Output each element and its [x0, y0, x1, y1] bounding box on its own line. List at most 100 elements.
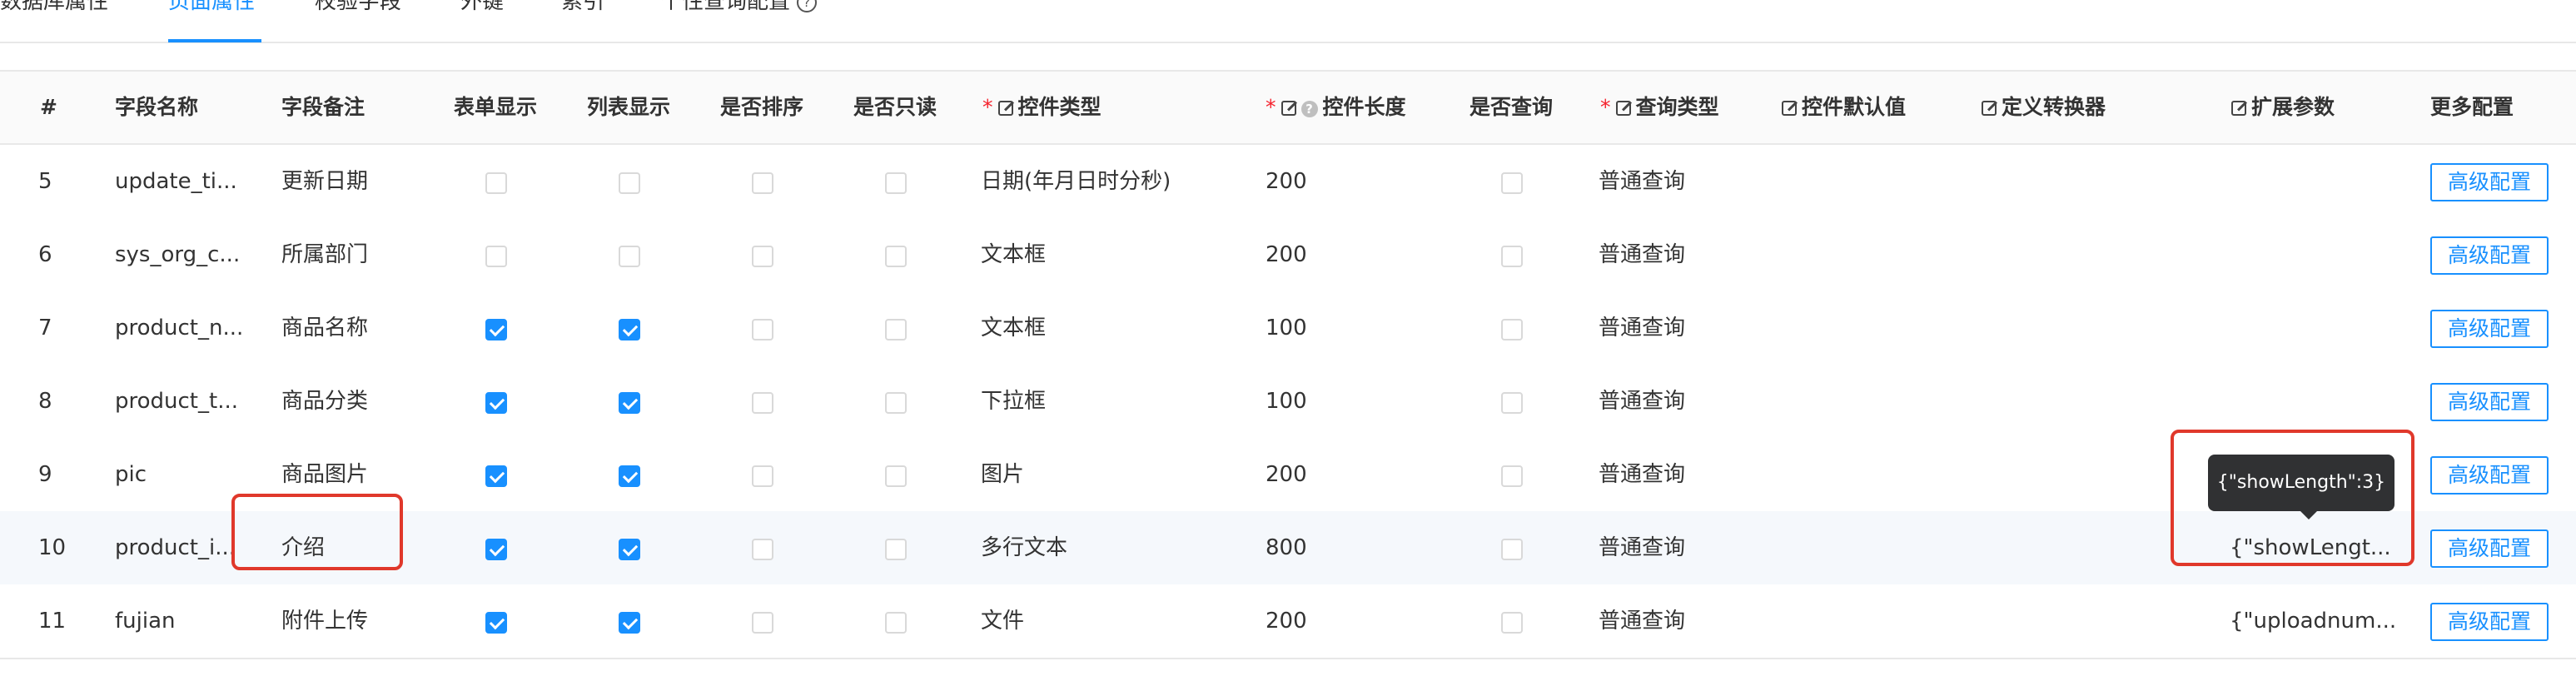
control-type-cell[interactable]: 多行文本 [981, 511, 1067, 584]
sortable-checkbox[interactable] [752, 539, 773, 560]
queryable-checkbox[interactable] [1501, 392, 1523, 414]
advanced-config-button[interactable]: 高级配置 [2430, 529, 2549, 568]
advanced-config-button[interactable]: 高级配置 [2430, 383, 2549, 421]
edit-icon [1982, 101, 1997, 116]
tab-database-properties[interactable]: 数据库属性 [0, 0, 108, 18]
queryable-checkbox[interactable] [1501, 539, 1523, 560]
field-remark-cell[interactable]: 附件上传 [281, 584, 368, 658]
col-header-ext-params: 扩展参数 [2231, 72, 2335, 143]
tab-validation-fields[interactable]: 校验字段 [315, 0, 401, 18]
field-name-cell: update_ti... [115, 169, 237, 194]
col-header-control-type: * 控件类型 [982, 72, 1102, 143]
list-show-checkbox[interactable] [619, 319, 640, 340]
advanced-config-button[interactable]: 高级配置 [2430, 603, 2549, 641]
control-length-cell[interactable]: 200 [1266, 218, 1307, 291]
col-header-default-value-label: 控件默认值 [1802, 95, 1907, 119]
query-type-cell[interactable]: 普通查询 [1599, 145, 1685, 218]
sortable-checkbox[interactable] [752, 612, 773, 634]
col-header-query-type: * 查询类型 [1600, 72, 1719, 143]
control-length-cell[interactable]: 100 [1266, 365, 1307, 438]
col-header-readonly: 是否只读 [853, 95, 937, 119]
tab-custom-query-config-label: 个性查询配置 [660, 0, 791, 14]
tab-indexes[interactable]: 索引 [561, 0, 604, 18]
question-circle-icon[interactable]: ? [797, 0, 818, 12]
query-type-cell[interactable]: 普通查询 [1599, 291, 1685, 365]
sortable-checkbox[interactable] [752, 392, 773, 414]
control-length-cell[interactable]: 200 [1266, 438, 1307, 511]
col-header-sortable: 是否排序 [720, 95, 804, 119]
control-type-cell[interactable]: 日期(年月日时分秒) [981, 145, 1171, 218]
sortable-checkbox[interactable] [752, 319, 773, 340]
advanced-config-button[interactable]: 高级配置 [2430, 236, 2549, 275]
field-remark-cell[interactable]: 商品分类 [281, 365, 368, 438]
ext-params-cell[interactable] [2230, 218, 2396, 291]
query-type-cell[interactable]: 普通查询 [1599, 511, 1685, 584]
list-show-checkbox[interactable] [619, 392, 640, 414]
ext-params-cell[interactable] [2230, 145, 2396, 218]
readonly-checkbox[interactable] [885, 172, 907, 194]
control-type-cell[interactable]: 文件 [981, 584, 1024, 658]
sortable-checkbox[interactable] [752, 172, 773, 194]
control-type-cell[interactable]: 下拉框 [981, 365, 1046, 438]
readonly-checkbox[interactable] [885, 539, 907, 560]
field-remark-cell[interactable]: 商品名称 [281, 291, 368, 365]
query-type-cell[interactable]: 普通查询 [1599, 365, 1685, 438]
col-header-control-type-label: 控件类型 [1017, 95, 1102, 119]
list-show-checkbox[interactable] [619, 612, 640, 634]
readonly-checkbox[interactable] [885, 246, 907, 267]
ext-params-cell[interactable]: {"uploadnum... [2230, 584, 2396, 658]
tab-foreign-keys[interactable]: 外键 [460, 0, 504, 18]
query-type-cell[interactable]: 普通查询 [1599, 584, 1685, 658]
control-type-cell[interactable]: 文本框 [981, 291, 1046, 365]
readonly-checkbox[interactable] [885, 612, 907, 634]
queryable-checkbox[interactable] [1501, 612, 1523, 634]
col-header-control-length-label: 控件长度 [1322, 95, 1406, 119]
queryable-checkbox[interactable] [1501, 319, 1523, 340]
table-row: 6 sys_org_c... 所属部门 文本框 200 普通查询 高级配置 [0, 218, 2576, 293]
question-circle-icon[interactable]: ? [1300, 101, 1318, 117]
query-type-cell[interactable]: 普通查询 [1599, 218, 1685, 291]
col-header-field-remark: 字段备注 [281, 95, 366, 119]
list-show-checkbox[interactable] [619, 246, 640, 267]
edit-icon [1782, 101, 1797, 116]
control-type-cell[interactable]: 文本框 [981, 218, 1046, 291]
readonly-checkbox[interactable] [885, 465, 907, 487]
list-show-checkbox[interactable] [619, 539, 640, 560]
edit-icon [1615, 101, 1631, 116]
ext-params-cell[interactable] [2230, 365, 2396, 438]
form-show-checkbox[interactable] [485, 539, 507, 560]
form-show-checkbox[interactable] [485, 612, 507, 634]
form-show-checkbox[interactable] [485, 246, 507, 267]
queryable-checkbox[interactable] [1501, 465, 1523, 487]
sortable-checkbox[interactable] [752, 465, 773, 487]
form-show-checkbox[interactable] [485, 319, 507, 340]
readonly-checkbox[interactable] [885, 392, 907, 414]
row-index: 9 [38, 462, 52, 487]
field-remark-cell[interactable]: 所属部门 [281, 218, 368, 291]
form-show-checkbox[interactable] [485, 465, 507, 487]
control-length-cell[interactable]: 800 [1266, 511, 1307, 584]
advanced-config-button[interactable]: 高级配置 [2430, 163, 2549, 201]
query-type-cell[interactable]: 普通查询 [1599, 438, 1685, 511]
advanced-config-button[interactable]: 高级配置 [2430, 310, 2549, 348]
control-length-cell[interactable]: 200 [1266, 145, 1307, 218]
form-show-checkbox[interactable] [485, 392, 507, 414]
sortable-checkbox[interactable] [752, 246, 773, 267]
required-mark: * [982, 95, 993, 119]
control-length-cell[interactable]: 100 [1266, 291, 1307, 365]
form-show-checkbox[interactable] [485, 172, 507, 194]
advanced-config-button[interactable]: 高级配置 [2430, 456, 2549, 495]
list-show-checkbox[interactable] [619, 172, 640, 194]
queryable-checkbox[interactable] [1501, 172, 1523, 194]
list-show-checkbox[interactable] [619, 465, 640, 487]
control-type-cell[interactable]: 图片 [981, 438, 1024, 511]
field-remark-cell[interactable]: 更新日期 [281, 145, 368, 218]
tab-page-properties[interactable]: 页面属性 [168, 0, 255, 18]
col-header-converter-label: 定义转换器 [2002, 95, 2106, 119]
ext-params-cell[interactable] [2230, 291, 2396, 365]
readonly-checkbox[interactable] [885, 319, 907, 340]
control-length-cell[interactable]: 200 [1266, 584, 1307, 658]
tab-custom-query-config[interactable]: 个性查询配置? [660, 0, 818, 18]
col-header-default-value: 控件默认值 [1782, 72, 1906, 143]
queryable-checkbox[interactable] [1501, 246, 1523, 267]
